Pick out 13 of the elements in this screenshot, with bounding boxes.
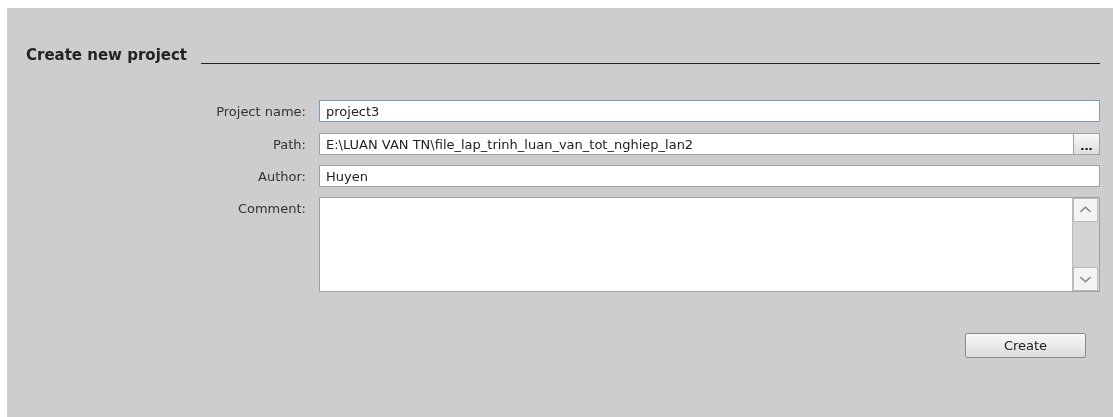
create-button[interactable]: Create [965,333,1086,358]
input-field[interactable]: Huyen [319,165,1100,187]
scroll-up-icon[interactable] [1073,198,1098,222]
field-label: Path: [273,136,306,152]
field-label: Project name: [216,103,306,119]
input-field[interactable]: project3 [319,100,1100,122]
scroll-down-icon[interactable] [1073,267,1098,291]
path-field[interactable]: E:\LUAN VAN TN\file_lap_trinh_luan_van_tot_nghiep_lan2 [319,133,1074,155]
field-label: Comment: [237,200,306,216]
comment-field[interactable] [319,197,1100,292]
browse-button[interactable]: ... [1074,133,1100,155]
section-title: Create new project [26,46,187,64]
field-label: Author: [258,168,306,184]
